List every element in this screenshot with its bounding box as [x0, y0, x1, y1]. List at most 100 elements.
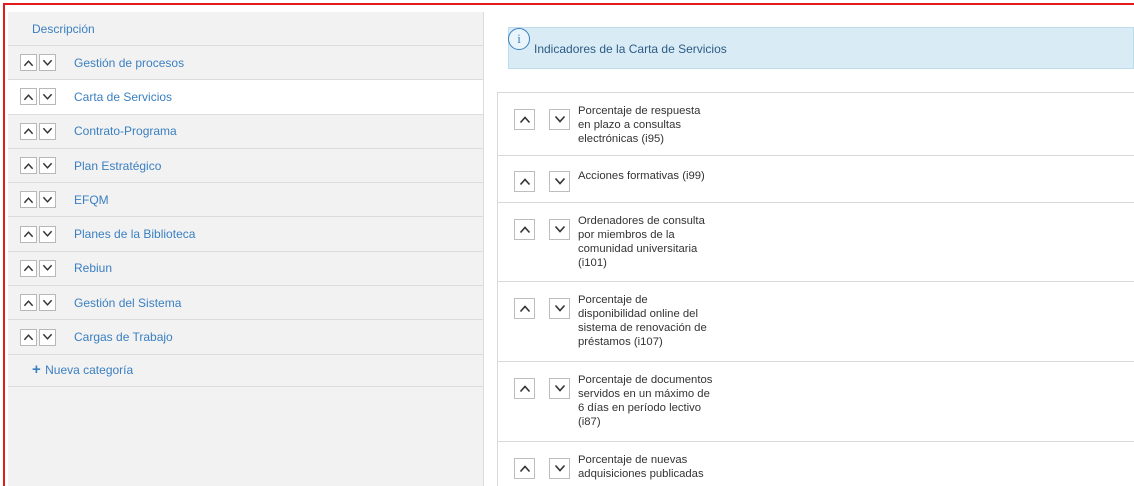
category-item[interactable]: Gestión de procesos	[8, 46, 483, 81]
reorder-controls	[20, 122, 56, 140]
chevron-up-icon	[519, 177, 531, 186]
indicator-card[interactable]: Acciones formativas (i99)	[497, 156, 1134, 203]
move-up-button[interactable]	[20, 88, 37, 106]
move-up-button[interactable]	[20, 157, 37, 175]
chevron-up-icon	[23, 196, 34, 204]
indicator-text-line: adquisiciones publicadas	[578, 468, 704, 480]
category-item[interactable]: Gestión del Sistema	[8, 286, 483, 321]
move-up-button[interactable]	[20, 54, 37, 72]
move-up-button[interactable]	[20, 225, 37, 243]
reorder-controls	[20, 157, 56, 175]
move-down-button[interactable]	[39, 328, 56, 346]
category-label[interactable]: Contrato-Programa	[74, 124, 177, 138]
category-item[interactable]: Planes de la Biblioteca	[8, 217, 483, 252]
move-up-button[interactable]	[514, 458, 535, 479]
chevron-down-icon	[554, 384, 566, 393]
indicator-text-line: Porcentaje de documentos	[578, 374, 713, 386]
move-down-button[interactable]	[39, 225, 56, 243]
move-down-button[interactable]	[549, 378, 570, 399]
category-item[interactable]: Contrato-Programa	[8, 114, 483, 149]
indicator-text-line: Ordenadores de consulta	[578, 215, 705, 227]
move-down-button[interactable]	[39, 88, 56, 106]
indicator-text-line: Porcentaje de respuesta	[578, 105, 701, 117]
move-up-button[interactable]	[514, 109, 535, 130]
indicator-card[interactable]: Porcentaje de nuevas adquisiciones public…	[497, 442, 1134, 486]
chevron-down-icon	[42, 333, 53, 341]
indicator-text-line: en plazo a consultas	[578, 119, 681, 131]
category-label[interactable]: Gestión de procesos	[74, 56, 184, 70]
move-up-button[interactable]	[514, 219, 535, 240]
move-down-button[interactable]	[549, 458, 570, 479]
move-up-button[interactable]	[514, 298, 535, 319]
info-banner-text: Indicadores de la Carta de Servicios	[534, 42, 727, 56]
move-up-button[interactable]	[20, 191, 37, 209]
move-up-button[interactable]	[514, 378, 535, 399]
indicator-list: Porcentaje de respuesta en plazo a consul…	[497, 92, 1134, 486]
indicator-text-line: servidos en un máximo de	[578, 388, 710, 400]
indicator-text-line: Acciones formativas (i99)	[578, 170, 705, 182]
indicator-text-line: Porcentaje de nuevas	[578, 454, 688, 466]
indicator-text-line: (i101)	[578, 257, 607, 269]
plus-icon: +	[32, 360, 41, 378]
category-item[interactable]: Rebiun	[8, 251, 483, 287]
reorder-controls	[514, 298, 570, 319]
category-label[interactable]: Planes de la Biblioteca	[74, 227, 195, 241]
move-up-button[interactable]	[20, 122, 37, 140]
move-down-button[interactable]	[39, 122, 56, 140]
new-category-link[interactable]: + Nueva categoría	[8, 355, 483, 387]
chevron-up-icon	[519, 225, 531, 234]
indicator-text-line: sistema de renovación de	[578, 322, 707, 334]
move-down-button[interactable]	[39, 294, 56, 312]
chevron-down-icon	[42, 93, 53, 101]
reorder-controls	[20, 88, 56, 106]
indicator-text-line: comunidad universitaria	[578, 243, 698, 255]
move-down-button[interactable]	[39, 157, 56, 175]
move-down-button[interactable]	[549, 298, 570, 319]
category-label[interactable]: Rebiun	[74, 261, 112, 275]
move-down-button[interactable]	[549, 219, 570, 240]
indicator-card[interactable]: Porcentaje de respuesta en plazo a consul…	[497, 92, 1134, 156]
chevron-up-icon	[519, 464, 531, 473]
move-up-button[interactable]	[20, 259, 37, 277]
sidebar-header: Descripción	[8, 12, 483, 46]
move-down-button[interactable]	[39, 191, 56, 209]
move-up-button[interactable]	[20, 328, 37, 346]
indicator-card[interactable]: Ordenadores de consulta por miembros de l…	[497, 203, 1134, 282]
chevron-down-icon	[554, 115, 566, 124]
category-item[interactable]: EFQM	[8, 183, 483, 218]
chevron-down-icon	[42, 59, 53, 67]
indicator-card[interactable]: Porcentaje de disponibilidad online del si…	[497, 282, 1134, 362]
indicator-label: Porcentaje de documentos servidos en un m…	[578, 373, 718, 429]
category-label[interactable]: Cargas de Trabajo	[74, 330, 173, 344]
chevron-up-icon	[519, 384, 531, 393]
indicator-label: Ordenadores de consulta por miembros de l…	[578, 214, 718, 270]
chevron-up-icon	[23, 299, 34, 307]
chevron-down-icon	[42, 264, 53, 272]
category-item[interactable]: Cargas de Trabajo	[8, 320, 483, 355]
category-item[interactable]: Plan Estratégico	[8, 148, 483, 184]
chevron-down-icon	[42, 196, 53, 204]
category-label[interactable]: EFQM	[74, 193, 109, 207]
move-down-button[interactable]	[549, 171, 570, 192]
chevron-down-icon	[42, 127, 53, 135]
category-label[interactable]: Plan Estratégico	[74, 159, 161, 173]
indicator-text-line: por miembros de la	[578, 229, 675, 241]
chevron-up-icon	[23, 264, 34, 272]
reorder-controls	[20, 294, 56, 312]
category-sidebar: Descripción Gestión de procesos Carta de …	[8, 12, 484, 486]
info-icon: i	[508, 28, 530, 50]
move-down-button[interactable]	[549, 109, 570, 130]
move-down-button[interactable]	[39, 259, 56, 277]
category-list: Gestión de procesos Carta de Servicios Con…	[8, 46, 483, 355]
chevron-up-icon	[519, 115, 531, 124]
chevron-down-icon	[554, 304, 566, 313]
category-label[interactable]: Gestión del Sistema	[74, 296, 181, 310]
category-item[interactable]: Carta de Servicios	[8, 80, 483, 115]
reorder-controls	[514, 171, 570, 192]
move-down-button[interactable]	[39, 54, 56, 72]
indicator-card[interactable]: Porcentaje de documentos servidos en un m…	[497, 362, 1134, 442]
category-label[interactable]: Carta de Servicios	[74, 90, 172, 104]
move-up-button[interactable]	[20, 294, 37, 312]
new-category-label: Nueva categoría	[45, 362, 134, 377]
move-up-button[interactable]	[514, 171, 535, 192]
